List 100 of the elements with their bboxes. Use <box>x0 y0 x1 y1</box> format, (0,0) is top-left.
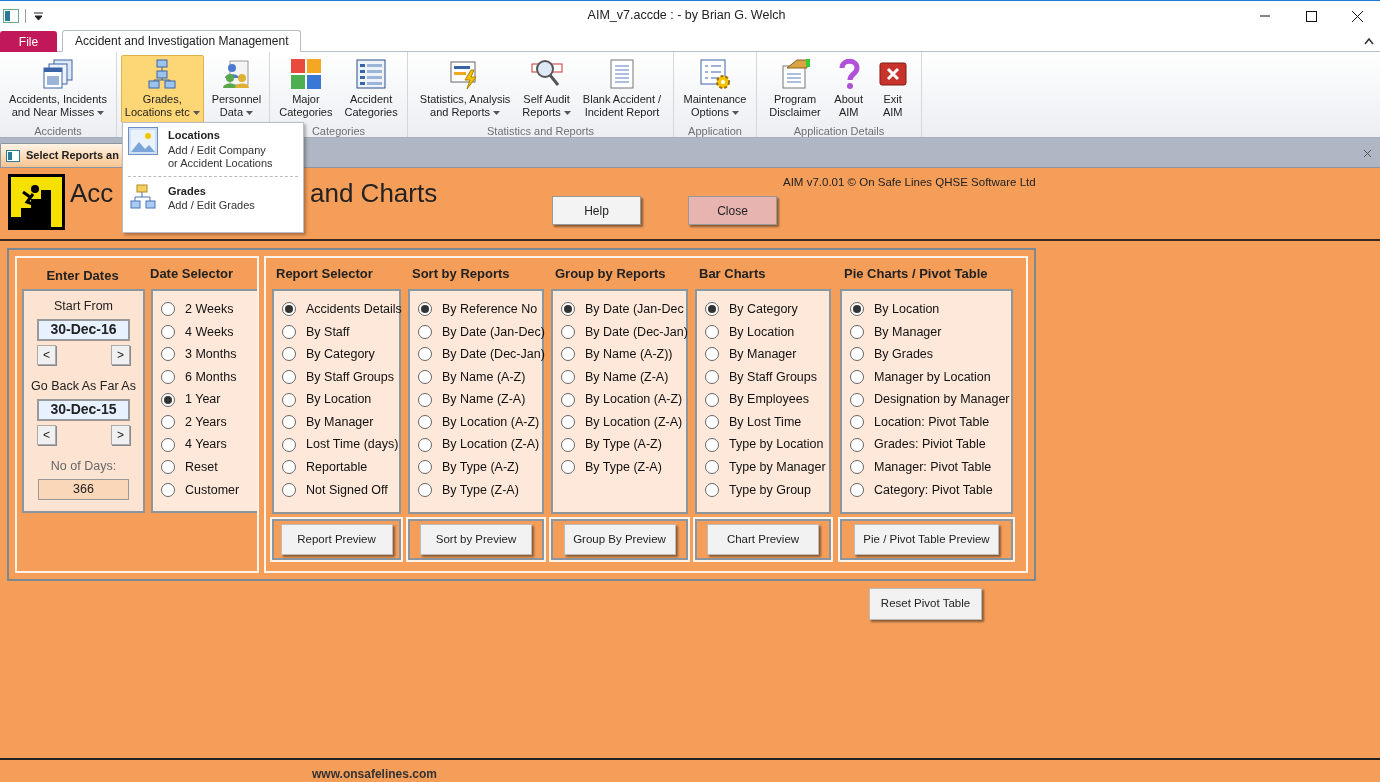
radio-button[interactable] <box>850 302 864 317</box>
radio-button[interactable] <box>561 392 575 407</box>
radio-button[interactable] <box>282 324 296 339</box>
radio-button[interactable] <box>705 415 719 430</box>
option-label: 3 Months <box>185 346 237 364</box>
radio-button[interactable] <box>561 324 575 339</box>
radio-button[interactable] <box>705 324 719 339</box>
radio-button[interactable] <box>161 460 175 475</box>
preview-button[interactable]: Report Preview <box>280 524 393 555</box>
preview-button[interactable]: Chart Preview <box>707 524 819 555</box>
collapse-ribbon-icon[interactable] <box>1364 37 1374 45</box>
ribbon-button[interactable]: Personnel Data <box>207 55 266 123</box>
reset-pivot-table-button[interactable]: Reset Pivot Table <box>869 588 982 620</box>
ribbon-button[interactable]: About AIM <box>828 55 869 123</box>
date-field[interactable]: 30-Dec-16 <box>37 318 130 341</box>
radio-button[interactable] <box>418 392 432 407</box>
group-label: Statistics and Reports <box>487 123 594 139</box>
close-button[interactable]: Close <box>688 196 777 225</box>
radio-button[interactable] <box>561 437 575 452</box>
radio-button[interactable] <box>850 415 864 430</box>
ribbon-tab[interactable]: Accident and Investigation Management <box>62 30 302 52</box>
radio-button[interactable] <box>561 460 575 475</box>
option-label: By Manager <box>874 323 942 341</box>
radio-button[interactable] <box>418 415 432 430</box>
option-label: By Name (Z-A) <box>442 391 526 409</box>
radio-button[interactable] <box>282 370 296 385</box>
preview-button[interactable]: Pie / Pivot Table Preview <box>854 524 999 555</box>
radio-button[interactable] <box>561 415 575 430</box>
radio-button[interactable] <box>418 460 432 475</box>
radio-button[interactable] <box>705 460 719 475</box>
radio-button[interactable] <box>850 392 864 407</box>
radio-button[interactable] <box>418 370 432 385</box>
option-label: Lost Time (days) <box>306 436 399 454</box>
file-tab[interactable]: File <box>0 31 57 52</box>
radio-button[interactable] <box>705 392 719 407</box>
radio-button[interactable] <box>282 460 296 475</box>
step-button[interactable]: < <box>37 344 56 365</box>
radio-button[interactable] <box>161 302 175 317</box>
radio-button[interactable] <box>705 370 719 385</box>
section-heading: Sort by Reports <box>412 264 510 283</box>
radio-button[interactable] <box>850 370 864 385</box>
radio-button[interactable] <box>161 347 175 362</box>
radio-button[interactable] <box>161 370 175 385</box>
step-button[interactable]: > <box>111 424 130 445</box>
section-heading: Report Selector <box>276 264 373 283</box>
radio-button[interactable] <box>561 370 575 385</box>
help-button[interactable]: Help <box>552 196 641 225</box>
radio-button[interactable] <box>161 392 175 407</box>
ribbon-button[interactable]: Self Audit Reports <box>518 55 575 123</box>
radio-button[interactable] <box>282 437 296 452</box>
preview-button[interactable]: Group By Preview <box>563 524 676 555</box>
radio-button[interactable] <box>850 437 864 452</box>
ribbon-button[interactable]: Blank Accident / Incident Report <box>578 55 666 123</box>
ribbon-button[interactable]: Program Disclaimer <box>765 55 825 123</box>
option-label: By Staff <box>306 323 350 341</box>
radio-button[interactable] <box>418 324 432 339</box>
radio-button[interactable] <box>161 324 175 339</box>
radio-button[interactable] <box>418 347 432 362</box>
ribbon-button[interactable]: Statistics, Analysis and Reports <box>415 55 515 123</box>
ribbon-button[interactable]: Exit AIM <box>872 55 913 123</box>
option-label: Customer <box>185 481 240 499</box>
radio-button[interactable] <box>161 437 175 452</box>
radio-button[interactable] <box>561 347 575 362</box>
radio-button[interactable] <box>282 483 296 498</box>
date-field[interactable]: 30-Dec-15 <box>37 398 130 421</box>
step-button[interactable]: > <box>111 344 130 365</box>
menu-item[interactable]: Grades Add / Edit Grades <box>128 175 298 212</box>
step-button[interactable]: < <box>37 424 56 445</box>
radio-button[interactable] <box>850 347 864 362</box>
radio-button[interactable] <box>705 437 719 452</box>
ribbon-button[interactable]: Grades, Locations etc <box>120 55 204 123</box>
radio-button[interactable] <box>850 483 864 498</box>
radio-button[interactable] <box>418 483 432 498</box>
radio-button[interactable] <box>161 415 175 430</box>
radio-button[interactable] <box>561 302 575 317</box>
falling-person-icon <box>8 174 65 230</box>
ribbon-button[interactable]: Accidents, Incidents and Near Misses <box>5 55 111 123</box>
ribbon-button[interactable]: Major Categories <box>275 55 337 123</box>
radio-button[interactable] <box>418 302 432 317</box>
radio-button[interactable] <box>850 324 864 339</box>
radio-button[interactable] <box>161 483 175 498</box>
radio-button[interactable] <box>850 460 864 475</box>
radio-button[interactable] <box>282 392 296 407</box>
menu-item-description: Add / Edit Company or Accident Locations <box>168 143 273 170</box>
radio-button[interactable] <box>705 347 719 362</box>
ribbon-button[interactable]: Accident Categories <box>340 55 402 123</box>
radio-button[interactable] <box>282 415 296 430</box>
preview-button[interactable]: Sort by Preview <box>420 524 532 555</box>
ribbon-button[interactable]: Maintenance Options <box>679 55 751 123</box>
option-label: By Category <box>306 346 375 364</box>
option-label: By Date (Dec-Jan) <box>442 346 545 364</box>
option-label: Manager by Location <box>874 368 991 386</box>
section-heading: Date Selector <box>150 264 234 283</box>
close-form-icon[interactable] <box>1363 149 1372 158</box>
radio-button[interactable] <box>282 347 296 362</box>
radio-button[interactable] <box>282 302 296 317</box>
option-label: By Grades <box>874 346 934 364</box>
radio-button[interactable] <box>705 483 719 498</box>
radio-button[interactable] <box>418 437 432 452</box>
radio-button[interactable] <box>705 302 719 317</box>
